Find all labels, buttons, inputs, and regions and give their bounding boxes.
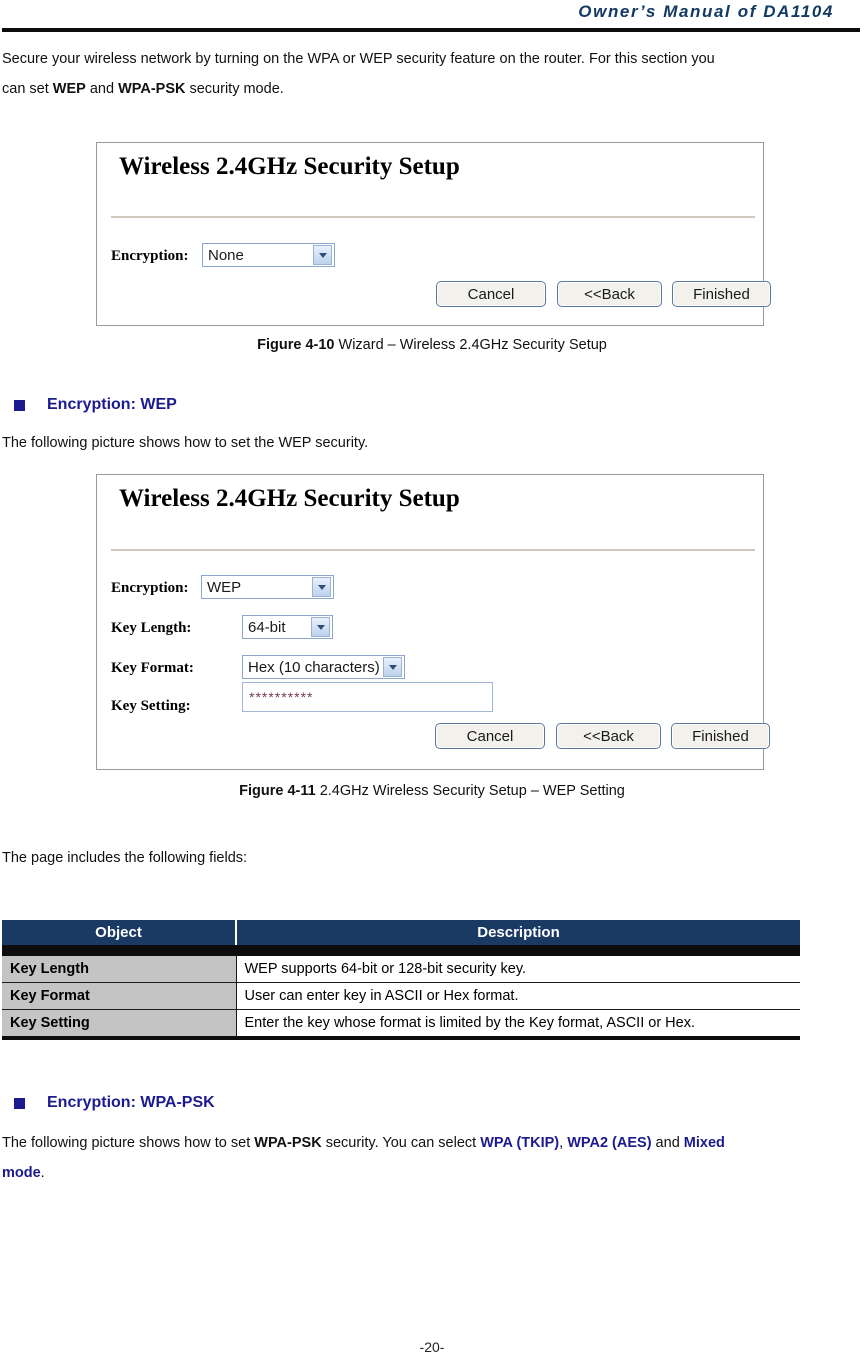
back-button[interactable]: <<Back [557, 281, 662, 307]
chevron-down-icon[interactable] [313, 245, 332, 265]
back-button-wep[interactable]: <<Back [556, 723, 661, 749]
wpapsk-line1-pre: The following picture shows how to set [2, 1135, 255, 1151]
key-setting-input-value: ********** [249, 689, 314, 705]
wpapsk-paragraph-line2: mode. [2, 1158, 862, 1188]
square-bullet-icon [14, 399, 25, 411]
chevron-down-icon[interactable] [311, 617, 330, 637]
intro-line-1: Secure your wireless network by turning … [2, 51, 715, 67]
figure-wireless-security-none: Wireless 2.4GHz Security Setup Encryptio… [96, 142, 771, 326]
caption-4-11-label: Figure 4-11 [239, 783, 316, 799]
finished-button-wep[interactable]: Finished [671, 723, 770, 749]
ui-panel-title-wep: Wireless 2.4GHz Security Setup [119, 485, 460, 512]
ui-panel-divider-wep [111, 549, 755, 551]
section-heading-encryption-wep: Encryption: WEP [14, 396, 177, 414]
key-length-label: Key Length: [111, 620, 192, 636]
fields-description-table: Object Description Key Length WEP suppor… [2, 920, 800, 1040]
section-heading-encryption-wpapsk: Encryption: WPA-PSK [14, 1094, 215, 1112]
key-length-select[interactable]: 64-bit [242, 615, 333, 639]
ui-panel-title: Wireless 2.4GHz Security Setup [119, 153, 460, 180]
key-format-label: Key Format: [111, 660, 194, 676]
wpapsk-option-wpa-tkip: WPA (TKIP) [480, 1135, 560, 1151]
chevron-down-icon[interactable] [312, 577, 331, 597]
encryption-label: Encryption: [111, 248, 189, 264]
key-setting-label: Key Setting: [111, 698, 191, 714]
figure-wireless-security-wep: Wireless 2.4GHz Security Setup Encryptio… [96, 474, 770, 770]
page-number: -20- [419, 1339, 445, 1355]
manual-title: Owner’s Manual of DA1104 [578, 2, 834, 21]
encryption-select-value-wep: WEP [207, 578, 242, 596]
intro-bold-wpapsk: WPA-PSK [118, 81, 186, 97]
intro-line2-mid: and [85, 81, 119, 97]
wpapsk-line1-comma: , [559, 1135, 568, 1151]
table-row: Key Length WEP supports 64-bit or 128-bi… [2, 954, 800, 983]
cancel-button-wep[interactable]: Cancel [435, 723, 545, 749]
intro-paragraph: Secure your wireless network by turning … [2, 44, 862, 74]
fields-intro-paragraph: The page includes the following fields: [2, 850, 248, 866]
encryption-select[interactable]: None [202, 243, 335, 267]
finished-button[interactable]: Finished [672, 281, 771, 307]
section-heading-wpapsk-label: Encryption: WPA-PSK [47, 1094, 215, 1111]
table-row: Key Format User can enter key in ASCII o… [2, 982, 800, 1010]
wpapsk-option-wpa2-aes: WPA2 (AES) [567, 1135, 652, 1151]
wpapsk-option-mixed: Mixed [683, 1135, 725, 1151]
wep-intro-paragraph: The following picture shows how to set t… [2, 435, 369, 451]
table-row: Key Setting Enter the key whose format i… [2, 1009, 800, 1040]
caption-4-11-text: 2.4GHz Wireless Security Setup – WEP Set… [315, 783, 625, 799]
wpapsk-line2-post: . [40, 1165, 45, 1181]
table-top-rule [2, 946, 800, 956]
key-format-select-value: Hex (10 characters) [248, 658, 380, 676]
table-cell-object: Key Format [2, 982, 237, 1010]
wpapsk-option-mode: mode [2, 1165, 41, 1181]
intro-paragraph-line2: can set WEP and WPA-PSK security mode. [2, 74, 862, 104]
table-cell-description: User can enter key in ASCII or Hex forma… [236, 982, 800, 1010]
key-format-select[interactable]: Hex (10 characters) [242, 655, 405, 679]
caption-4-10-text: Wizard – Wireless 2.4GHz Security Setup [334, 337, 607, 353]
cancel-button[interactable]: Cancel [436, 281, 546, 307]
table-cell-object: Key Length [2, 954, 237, 983]
table-header-description: Description [236, 920, 800, 948]
intro-line2-post: security mode. [185, 81, 284, 97]
caption-figure-4-11: Figure 4-11 2.4GHz Wireless Security Set… [0, 783, 864, 799]
encryption-select-wep[interactable]: WEP [201, 575, 334, 599]
key-setting-input[interactable]: ********** [242, 682, 493, 712]
table-cell-description: Enter the key whose format is limited by… [236, 1009, 800, 1040]
table-cell-object: Key Setting [2, 1009, 237, 1040]
intro-bold-wep: WEP [52, 81, 86, 97]
table-cell-description: WEP supports 64-bit or 128-bit security … [236, 954, 800, 983]
caption-4-10-label: Figure 4-10 [257, 337, 335, 353]
wpapsk-paragraph-line1: The following picture shows how to set W… [2, 1128, 862, 1158]
wpapsk-line1-and: and [651, 1135, 684, 1151]
section-heading-wep-label: Encryption: WEP [47, 396, 177, 413]
encryption-label-wep: Encryption: [111, 580, 189, 596]
header-divider-rule [2, 28, 860, 32]
chevron-down-icon[interactable] [383, 657, 402, 677]
encryption-select-value: None [208, 246, 244, 264]
key-length-select-value: 64-bit [248, 618, 286, 636]
page-footer: -20- [0, 1339, 864, 1355]
wpapsk-bold-wpapsk: WPA-PSK [254, 1135, 322, 1151]
caption-figure-4-10: Figure 4-10 Wizard – Wireless 2.4GHz Sec… [0, 337, 864, 353]
intro-line2-pre: can set [2, 81, 53, 97]
ui-panel-divider [111, 216, 755, 218]
table-header-row: Object Description [2, 920, 800, 948]
square-bullet-icon [14, 1097, 25, 1109]
table-header-object: Object [2, 920, 237, 948]
page-header: Owner’s Manual of DA1104 [0, 0, 864, 36]
wpapsk-line1-mid: security. You can select [321, 1135, 481, 1151]
